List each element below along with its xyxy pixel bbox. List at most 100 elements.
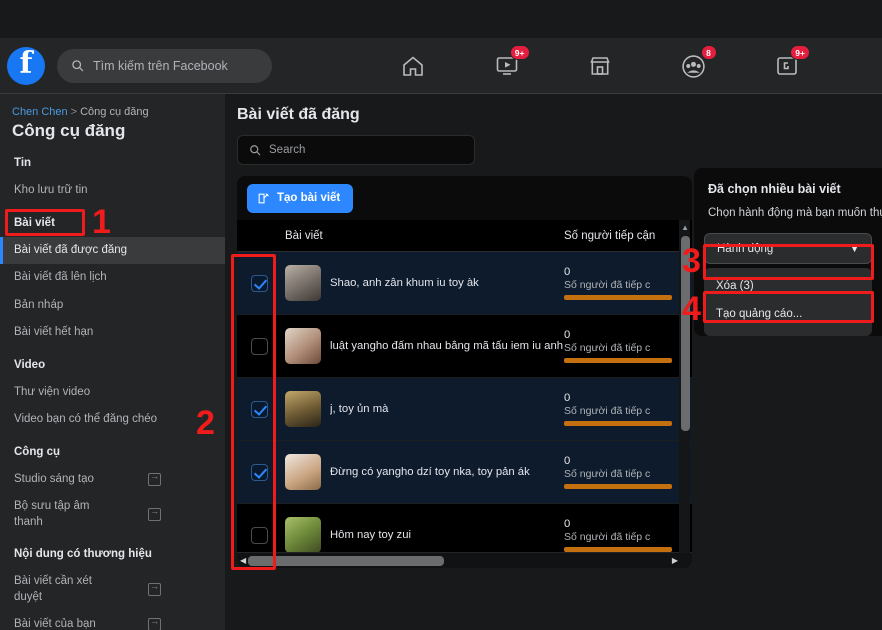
sidebar-item-bai-viet-da-len-lich[interactable]: Bài viết đã lên lịch xyxy=(0,264,225,292)
sidebar-item-label: Bài viết của bạn xyxy=(14,617,96,630)
column-header-post: Bài viết xyxy=(285,230,564,242)
sidebar-item-label: Bài viết đã được đăng xyxy=(14,243,127,259)
reach-progress-bar xyxy=(564,295,672,300)
post-thumbnail xyxy=(285,328,321,364)
row-checkbox[interactable] xyxy=(251,527,268,544)
external-link-icon xyxy=(148,618,161,630)
posts-table-card: Tạo bài viết Bài viết Số người tiếp cận … xyxy=(237,176,692,568)
reach-progress-bar xyxy=(564,547,672,552)
post-text: luật yangho đấm nhau bằng mã tấu iem iu … xyxy=(330,340,564,352)
reach-count: 0 xyxy=(564,392,676,404)
sidebar-item-label: Studio sáng tạo xyxy=(14,472,94,488)
table-row[interactable]: luật yangho đấm nhau bằng mã tấu iem iu … xyxy=(237,315,692,378)
scroll-left-arrow-icon[interactable]: ◀ xyxy=(240,556,246,565)
facebook-search-input[interactable]: Tìm kiếm trên Facebook xyxy=(57,49,272,83)
main-content: Bài viết đã đăng Search Tạo bài viết Bài… xyxy=(225,94,690,630)
sidebar-item-label: Kho lưu trữ tin xyxy=(14,183,88,199)
post-thumbnail xyxy=(285,454,321,490)
nav-pages-button[interactable]: 9+ xyxy=(764,43,810,89)
compose-icon xyxy=(257,192,270,205)
action-select[interactable]: Hành động ▼ xyxy=(704,233,872,264)
scroll-right-arrow-icon[interactable]: ▶ xyxy=(672,556,678,565)
post-reach: 0 Số người đã tiếp c xyxy=(564,518,676,552)
post-thumbnail xyxy=(285,517,321,552)
page-title: Công cụ đăng xyxy=(0,121,225,141)
sidebar-item-kho-luu-tru-tin[interactable]: Kho lưu trữ tin xyxy=(0,177,225,205)
home-icon xyxy=(401,54,425,78)
table-row[interactable]: j, toy ủn mà 0 Số người đã tiếp c xyxy=(237,378,692,441)
external-link-icon xyxy=(148,473,161,486)
reach-progress-bar xyxy=(564,358,672,363)
sidebar-item-label: Bài viết hết hạn xyxy=(14,325,93,341)
sidebar-item-studio-sang-tao[interactable]: Studio sáng tạo xyxy=(0,466,225,494)
breadcrumb-current: Công cụ đăng xyxy=(80,106,149,118)
post-text: j, toy ủn mà xyxy=(330,403,564,415)
post-text: Đừng có yangho dzí toy nka, toy pản ák xyxy=(330,466,564,478)
reach-count: 0 xyxy=(564,266,676,278)
create-post-button[interactable]: Tạo bài viết xyxy=(247,184,353,213)
nav-marketplace-button[interactable] xyxy=(577,43,623,89)
sidebar-item-label: Thư viện video xyxy=(14,385,90,401)
reach-label: Số người đã tiếp c xyxy=(564,468,676,480)
reach-label: Số người đã tiếp c xyxy=(564,405,676,417)
vertical-scrollbar-thumb[interactable] xyxy=(681,236,690,431)
sidebar-group-noi-dung-thuong-hieu: Nội dung có thương hiệu xyxy=(0,548,225,560)
chevron-down-icon: ▼ xyxy=(850,244,859,254)
row-checkbox[interactable] xyxy=(251,338,268,355)
table-body: Shao, anh zẫn khum iu toy àk 0 Số người … xyxy=(237,252,692,552)
bulk-action-panel: Đã chọn nhiều bài viết Chọn hành động mà… xyxy=(694,168,882,336)
row-checkbox[interactable] xyxy=(251,464,268,481)
table-row[interactable]: Đừng có yangho dzí toy nka, toy pản ák 0… xyxy=(237,441,692,504)
search-icon xyxy=(71,59,84,72)
facebook-logo-icon[interactable]: f xyxy=(7,47,45,85)
create-post-label: Tạo bài viết xyxy=(277,192,340,204)
bulk-panel-subtitle: Chọn hành động mà bạn muốn thự xyxy=(694,207,882,219)
reach-label: Số người đã tiếp c xyxy=(564,342,676,354)
scroll-up-arrow-icon[interactable]: ▲ xyxy=(681,223,689,232)
sidebar-group-cong-cu: Công cụ xyxy=(0,446,225,458)
horizontal-scrollbar-thumb[interactable] xyxy=(248,556,444,566)
bulk-panel-title: Đã chọn nhiều bài viết xyxy=(694,182,882,196)
reach-count: 0 xyxy=(564,518,676,530)
nav-icon-group: 9+ 8 9+ xyxy=(380,38,820,94)
pages-badge: 9+ xyxy=(790,45,810,60)
nav-video-button[interactable]: 9+ xyxy=(484,43,530,89)
sidebar-group-bai-viet: Bài viết xyxy=(0,217,225,229)
top-navigation-bar: f Tìm kiếm trên Facebook 9+ 8 9+ xyxy=(0,38,882,94)
nav-home-button[interactable] xyxy=(390,43,436,89)
reach-label: Số người đã tiếp c xyxy=(564,279,676,291)
sidebar-group-tin: Tin xyxy=(0,157,225,169)
main-heading: Bài viết đã đăng xyxy=(237,106,678,124)
sidebar-item-bai-viet-het-han[interactable]: Bài viết hết hạn xyxy=(0,319,225,347)
sidebar-item-bo-suu-tap-am-thanh[interactable]: Bộ sưu tập âm thanh xyxy=(0,493,225,536)
card-toolbar: Tạo bài viết xyxy=(237,176,692,220)
table-row[interactable]: Shao, anh zẫn khum iu toy àk 0 Số người … xyxy=(237,252,692,315)
post-thumbnail xyxy=(285,391,321,427)
row-checkbox[interactable] xyxy=(251,275,268,292)
reach-count: 0 xyxy=(564,329,676,341)
horizontal-scrollbar-track[interactable]: ◀ ▶ xyxy=(237,553,692,568)
action-option-delete[interactable]: Xóa (3) xyxy=(704,272,872,300)
table-row[interactable]: Hôm nay toy zui 0 Số người đã tiếp c xyxy=(237,504,692,552)
post-reach: 0 Số người đã tiếp c xyxy=(564,329,676,363)
external-link-icon xyxy=(148,583,161,596)
sidebar-item-ban-nhap[interactable]: Bản nháp xyxy=(0,292,225,320)
post-text: Hôm nay toy zui xyxy=(330,529,564,541)
facebook-publishing-tools-page: f Tìm kiếm trên Facebook 9+ 8 9+ xyxy=(0,0,882,630)
breadcrumb-parent-link[interactable]: Chen Chen xyxy=(12,106,68,118)
row-checkbox[interactable] xyxy=(251,401,268,418)
sidebar-item-bai-viet-can-xet-duyet[interactable]: Bài viết cần xét duyệt xyxy=(0,568,225,611)
video-badge: 9+ xyxy=(510,45,530,60)
post-reach: 0 Số người đã tiếp c xyxy=(564,266,676,300)
sidebar-item-bai-viet-cua-ban[interactable]: Bài viết của bạn xyxy=(0,611,225,630)
post-reach: 0 Số người đã tiếp c xyxy=(564,392,676,426)
sidebar-item-bai-viet-da-duoc-dang[interactable]: Bài viết đã được đăng xyxy=(0,237,225,265)
nav-groups-button[interactable]: 8 xyxy=(671,43,717,89)
groups-badge: 8 xyxy=(701,45,717,60)
posts-search-input[interactable]: Search xyxy=(237,135,475,165)
sidebar-item-thu-vien-video[interactable]: Thư viện video xyxy=(0,379,225,407)
action-dropdown-menu: Xóa (3) Tạo quảng cáo... xyxy=(704,268,872,336)
sidebar-item-video-dang-cheo[interactable]: Video bạn có thể đăng chéo xyxy=(0,406,225,434)
left-sidebar: Chen Chen>Công cụ đăng Công cụ đăng Tin … xyxy=(0,94,225,630)
action-option-create-ad[interactable]: Tạo quảng cáo... xyxy=(704,300,872,328)
